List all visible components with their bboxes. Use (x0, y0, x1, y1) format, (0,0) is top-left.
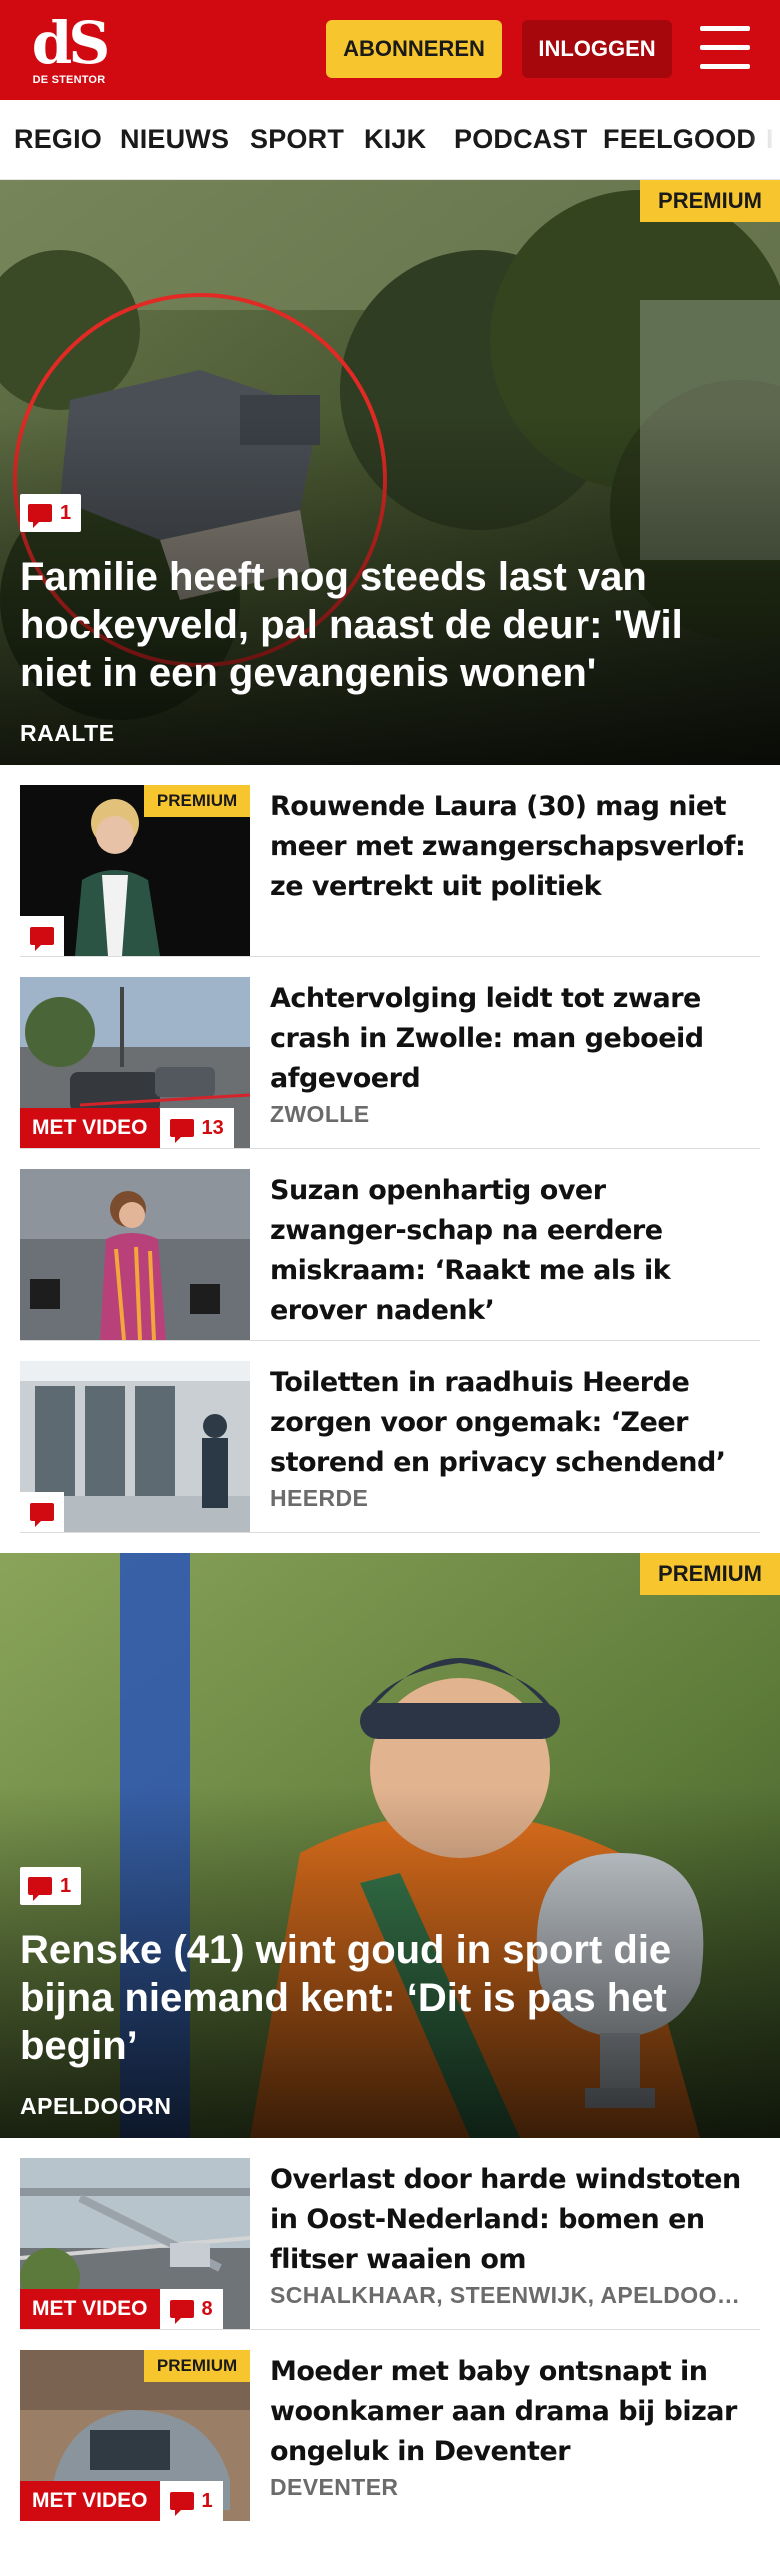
comment-count-badge[interactable]: 8 (159, 2289, 223, 2329)
comment-icon (28, 504, 52, 528)
nav-item-regio[interactable]: REGIO (14, 124, 102, 155)
comment-count-badge[interactable]: 1 (159, 2481, 223, 2521)
article-thumbnail[interactable]: PREMIUM MET VIDEO 1 (20, 2350, 250, 2521)
comment-count-badge[interactable] (20, 916, 64, 956)
article-thumbnail[interactable] (20, 1361, 250, 1532)
logo-subtitle: DE STENTOR (32, 74, 106, 86)
comment-icon (28, 1877, 52, 1901)
hamburger-menu-icon[interactable] (700, 26, 750, 70)
comment-icon (169, 1119, 194, 1143)
premium-badge: PREMIUM (640, 1553, 780, 1595)
list-item[interactable]: PREMIUM Rouwende Laura (30) mag niet mee… (20, 785, 760, 957)
hero-article-2[interactable]: PREMIUM 1 Renske (41) wint goud in sport… (0, 1553, 780, 2138)
hero-title[interactable]: Renske (41) wint goud in sport die bijna… (20, 1926, 740, 2070)
article-location: DEVENTER (270, 2474, 399, 2500)
list-item[interactable]: MET VIDEO 8 Overlast door harde windstot… (20, 2158, 760, 2330)
article-thumbnail[interactable]: PREMIUM (20, 785, 250, 956)
hero-location: RAALTE (20, 720, 115, 746)
article-title[interactable]: Rouwende Laura (30) mag niet meer met zw… (270, 787, 750, 907)
site-logo[interactable]: dS DE STENTOR (28, 14, 110, 86)
nav-item-podcast[interactable]: PODCAST (454, 124, 587, 155)
premium-badge: PREMIUM (640, 180, 780, 222)
section-nav: REGIO NIEUWS SPORT KIJK PODCAST FEELGOOD… (0, 100, 780, 180)
article-title[interactable]: Toiletten in raadhuis Heerde zorgen voor… (270, 1363, 750, 1483)
premium-badge: PREMIUM (144, 2350, 250, 2382)
nav-item-sport[interactable]: SPORT (250, 124, 344, 155)
article-title[interactable]: Achtervolging leidt tot zware crash in Z… (270, 979, 750, 1099)
thumbnail-image (20, 1169, 250, 1340)
comment-count: 8 (201, 2297, 213, 2320)
comment-icon (30, 1503, 54, 1527)
article-location: SCHALKHAAR, STEENWIJK, APELDOORN (270, 2282, 750, 2308)
article-title[interactable]: Overlast door harde windstoten in Oost-N… (270, 2160, 750, 2280)
hero-article-1[interactable]: PREMIUM 1 Familie heeft nog steeds last … (0, 180, 780, 765)
comment-count: 1 (60, 1874, 72, 1897)
article-location: ZWOLLE (270, 1101, 370, 1127)
comment-count: 13 (201, 1116, 224, 1139)
comment-icon (30, 927, 54, 951)
comment-icon (169, 2300, 194, 2324)
login-button[interactable]: INLOGGEN (522, 20, 672, 78)
article-thumbnail[interactable]: MET VIDEO 13 (20, 977, 250, 1148)
comment-count-badge[interactable]: 1 (20, 1867, 82, 1905)
nav-item-nieuws[interactable]: NIEUWS (120, 124, 229, 155)
comment-count: 1 (201, 2489, 213, 2512)
article-thumbnail[interactable] (20, 1169, 250, 1340)
nav-scroll-fade (750, 100, 780, 179)
comment-icon (169, 2492, 194, 2516)
video-badge: MET VIDEO (20, 1108, 160, 1148)
article-title[interactable]: Suzan openhartig over zwanger-schap na e… (270, 1171, 750, 1331)
list-item[interactable]: Toiletten in raadhuis Heerde zorgen voor… (20, 1361, 760, 1533)
comment-count-badge[interactable]: 13 (159, 1108, 234, 1148)
list-item[interactable]: MET VIDEO 13 Achtervolging leidt tot zwa… (20, 977, 760, 1149)
hero-location: APELDOORN (20, 2093, 172, 2119)
nav-item-kijk[interactable]: KIJK (364, 124, 426, 155)
subscribe-button[interactable]: ABONNEREN (326, 20, 502, 78)
site-header: dS DE STENTOR ABONNEREN INLOGGEN (0, 0, 780, 100)
article-title[interactable]: Moeder met baby ontsnapt in woonkamer aa… (270, 2352, 750, 2472)
premium-badge: PREMIUM (144, 785, 250, 817)
comment-count: 1 (60, 501, 72, 524)
comment-count-badge[interactable]: 1 (20, 494, 82, 532)
list-item[interactable]: PREMIUM MET VIDEO 1 Moeder met baby onts… (20, 2350, 760, 2522)
video-badge: MET VIDEO (20, 2481, 160, 2521)
logo-mark: dS (31, 9, 110, 77)
comment-count-badge[interactable] (20, 1492, 64, 1532)
video-badge: MET VIDEO (20, 2289, 160, 2329)
nav-item-feelgood[interactable]: FEELGOOD (603, 124, 756, 155)
list-item[interactable]: Suzan openhartig over zwanger-schap na e… (20, 1169, 760, 1341)
article-location: HEERDE (270, 1485, 369, 1511)
article-thumbnail[interactable]: MET VIDEO 8 (20, 2158, 250, 2329)
hero-title[interactable]: Familie heeft nog steeds last van hockey… (20, 553, 740, 697)
